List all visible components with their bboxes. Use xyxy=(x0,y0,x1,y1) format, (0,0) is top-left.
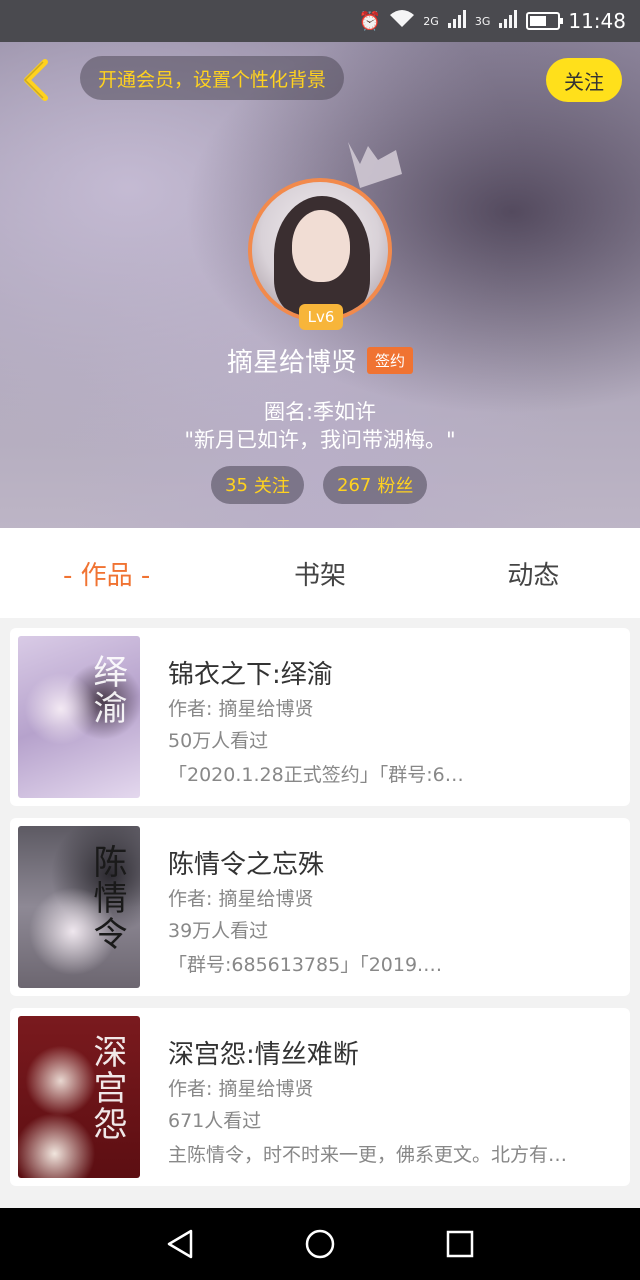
book-cover: 深宫怨 xyxy=(18,1016,140,1178)
book-description: 「2020.1.28正式签约」「群号:6… xyxy=(168,764,464,786)
book-views: 50万人看过 xyxy=(168,730,269,752)
book-author: 作者: 摘星给博贤 xyxy=(168,888,314,910)
triangle-back-icon xyxy=(167,1229,193,1259)
book-title: 陈情令之忘殊 xyxy=(168,850,325,880)
tab-activity[interactable]: 动态 xyxy=(427,528,640,618)
avatar[interactable] xyxy=(248,178,392,322)
book-author: 作者: 摘星给博贤 xyxy=(168,698,314,720)
signal-icon xyxy=(447,9,467,34)
signal-icon xyxy=(498,9,518,34)
chevron-left-icon xyxy=(23,59,48,101)
home-nav-button[interactable] xyxy=(300,1224,340,1264)
book-description: 主陈情令，时不时来一更，佛系更文。北方有… xyxy=(168,1144,568,1166)
book-title: 锦衣之下:绎渝 xyxy=(168,660,333,690)
username: 摘星给博贤 xyxy=(226,347,357,378)
status-time: 11:48 xyxy=(568,9,626,33)
book-cover-title: 陈情令 xyxy=(87,844,127,952)
tab-works[interactable]: - 作品 - xyxy=(0,528,213,618)
following-count: 35 xyxy=(225,474,248,496)
tab-bookshelf[interactable]: 书架 xyxy=(213,528,426,618)
book-cover: 绎渝 xyxy=(18,636,140,798)
recents-nav-button[interactable] xyxy=(440,1224,480,1264)
book-card[interactable]: 深宫怨 深宫怨:情丝难断 作者: 摘星给博贤 671人看过 主陈情令，时不时来一… xyxy=(10,1008,630,1186)
wifi-icon xyxy=(389,9,415,34)
following-stat[interactable]: 35 关注 xyxy=(211,466,304,504)
book-card[interactable]: 绎渝 锦衣之下:绎渝 作者: 摘星给博贤 50万人看过 「2020.1.28正式… xyxy=(10,628,630,806)
follow-button[interactable]: 关注 xyxy=(546,58,622,102)
status-bar: ⏰ 2G 3G 11:48 xyxy=(0,0,640,42)
back-button[interactable] xyxy=(16,56,56,104)
fans-count: 267 xyxy=(337,474,372,496)
vip-background-banner[interactable]: 开通会员，设置个性化背景 xyxy=(80,56,345,100)
fans-stat[interactable]: 267 粉丝 xyxy=(323,466,428,504)
username-row: 摘星给博贤 签约 xyxy=(0,340,640,380)
avatar-face xyxy=(292,210,350,282)
book-description: 「群号:685613785」「2019.… xyxy=(168,954,443,976)
book-list: 绎渝 锦衣之下:绎渝 作者: 摘星给博贤 50万人看过 「2020.1.28正式… xyxy=(10,628,630,1198)
book-title: 深宫怨:情丝难断 xyxy=(168,1040,359,1070)
fans-label: 粉丝 xyxy=(377,476,414,497)
network-type-1: 2G xyxy=(423,14,439,28)
profile-tabs: - 作品 - 书架 动态 xyxy=(0,528,640,618)
book-author: 作者: 摘星给博贤 xyxy=(168,1078,314,1100)
level-badge: Lv6 xyxy=(299,304,343,330)
network-type-2: 3G xyxy=(474,14,491,28)
book-views: 39万人看过 xyxy=(168,920,269,942)
navigation-bar xyxy=(0,1208,640,1280)
circle-name: 圈名:季如许 xyxy=(263,400,377,424)
back-nav-button[interactable] xyxy=(160,1224,200,1264)
circle-home-icon xyxy=(305,1229,335,1259)
user-motto: "新月已如许，我问带湖梅。" xyxy=(184,428,456,452)
book-views: 671人看过 xyxy=(168,1110,262,1132)
book-cover-title: 绎渝 xyxy=(87,654,127,726)
profile-header: 开通会员，设置个性化背景 关注 Lv6 摘星给博贤 签约 圈名:季如许 "新月已… xyxy=(0,42,640,528)
signed-badge: 签约 xyxy=(367,346,414,374)
battery-icon xyxy=(526,12,564,30)
book-card[interactable]: 陈情令 陈情令之忘殊 作者: 摘星给博贤 39万人看过 「群号:68561378… xyxy=(10,818,630,996)
following-label: 关注 xyxy=(253,476,290,497)
alarm-icon: ⏰ xyxy=(358,10,382,32)
book-cover: 陈情令 xyxy=(18,826,140,988)
square-recents-icon xyxy=(446,1230,474,1258)
book-cover-title: 深宫怨 xyxy=(87,1034,127,1142)
